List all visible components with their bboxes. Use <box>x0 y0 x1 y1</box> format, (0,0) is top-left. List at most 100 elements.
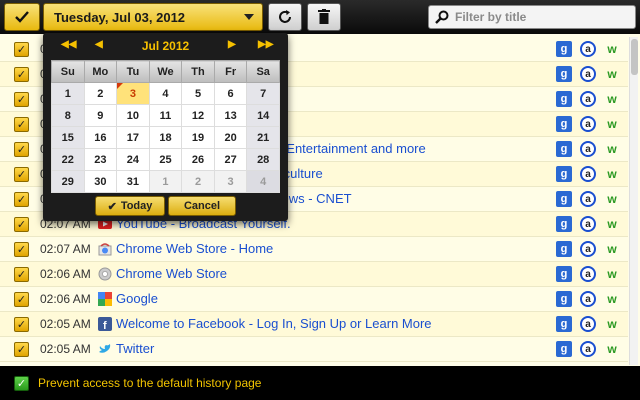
archive-icon[interactable]: a <box>580 41 596 57</box>
today-button[interactable]: ✔ Today <box>95 196 165 216</box>
archive-icon[interactable]: a <box>580 241 596 257</box>
calendar-day[interactable]: 26 <box>181 148 215 171</box>
calendar-day[interactable]: 20 <box>213 126 248 149</box>
date-picker-button[interactable]: Tuesday, Jul 03, 2012 <box>43 3 263 31</box>
row-checkbox[interactable]: ✓ <box>14 167 29 182</box>
next-year-icon[interactable]: ▶▶ <box>258 39 273 50</box>
calendar-day[interactable]: 5 <box>181 82 215 105</box>
next-month-icon[interactable]: ▶ <box>228 39 236 50</box>
row-checkbox[interactable]: ✓ <box>14 92 29 107</box>
calendar-day[interactable]: 11 <box>148 104 183 127</box>
archive-icon[interactable]: a <box>580 266 596 282</box>
wayback-icon[interactable]: w <box>604 341 620 357</box>
wayback-icon[interactable]: w <box>604 266 620 282</box>
history-row[interactable]: ✓ 02:06 AM Chrome Web Store g a w <box>0 262 628 287</box>
google-search-icon[interactable]: g <box>556 116 572 132</box>
filter-box[interactable] <box>428 5 636 29</box>
calendar-day[interactable]: 15 <box>51 126 85 149</box>
wayback-icon[interactable]: w <box>604 66 620 82</box>
history-row[interactable]: ✓ 02:06 AM Google g a w <box>0 287 628 312</box>
calendar-day[interactable]: 16 <box>83 126 118 149</box>
google-search-icon[interactable]: g <box>556 316 572 332</box>
google-search-icon[interactable]: g <box>556 266 572 282</box>
calendar-day[interactable]: 22 <box>51 148 85 171</box>
calendar-day[interactable]: 23 <box>83 148 118 171</box>
calendar-day[interactable]: 29 <box>51 170 85 193</box>
row-checkbox[interactable]: ✓ <box>14 67 29 82</box>
calendar-day[interactable]: 1 <box>148 170 183 193</box>
archive-icon[interactable]: a <box>580 141 596 157</box>
calendar-day[interactable]: 30 <box>83 170 118 193</box>
row-checkbox[interactable]: ✓ <box>14 217 29 232</box>
calendar-day[interactable]: 18 <box>148 126 183 149</box>
row-checkbox[interactable]: ✓ <box>14 317 29 332</box>
calendar-day[interactable]: 31 <box>116 170 150 193</box>
calendar-day[interactable]: 17 <box>116 126 150 149</box>
row-checkbox[interactable]: ✓ <box>14 117 29 132</box>
row-title-link[interactable]: Welcome to Facebook - Log In, Sign Up or… <box>116 316 546 331</box>
archive-icon[interactable]: a <box>580 91 596 107</box>
google-search-icon[interactable]: g <box>556 216 572 232</box>
wayback-icon[interactable]: w <box>604 191 620 207</box>
row-checkbox[interactable]: ✓ <box>14 142 29 157</box>
calendar-day[interactable]: 24 <box>116 148 150 171</box>
calendar-day[interactable]: 3 <box>213 170 248 193</box>
google-search-icon[interactable]: g <box>556 166 572 182</box>
wayback-icon[interactable]: w <box>604 116 620 132</box>
calendar-day[interactable]: 27 <box>213 148 248 171</box>
archive-icon[interactable]: a <box>580 291 596 307</box>
google-search-icon[interactable]: g <box>556 66 572 82</box>
row-checkbox[interactable]: ✓ <box>14 267 29 282</box>
calendar-day[interactable]: 2 <box>83 82 118 105</box>
row-title-link[interactable]: Google <box>116 291 546 306</box>
select-all-button[interactable] <box>4 3 40 31</box>
archive-icon[interactable]: a <box>580 316 596 332</box>
archive-icon[interactable]: a <box>580 66 596 82</box>
wayback-icon[interactable]: w <box>604 291 620 307</box>
archive-icon[interactable]: a <box>580 341 596 357</box>
calendar-day[interactable]: 13 <box>213 104 248 127</box>
row-checkbox[interactable]: ✓ <box>14 42 29 57</box>
calendar-day[interactable]: 28 <box>246 148 280 171</box>
wayback-icon[interactable]: w <box>604 316 620 332</box>
calendar-day[interactable]: 6 <box>213 82 248 105</box>
archive-icon[interactable]: a <box>580 216 596 232</box>
wayback-icon[interactable]: w <box>604 141 620 157</box>
calendar-day[interactable]: 12 <box>181 104 215 127</box>
archive-icon[interactable]: a <box>580 166 596 182</box>
google-search-icon[interactable]: g <box>556 41 572 57</box>
archive-icon[interactable]: a <box>580 116 596 132</box>
calendar-day[interactable]: 25 <box>148 148 183 171</box>
row-checkbox[interactable]: ✓ <box>14 292 29 307</box>
cancel-button[interactable]: Cancel <box>168 196 236 216</box>
row-title-link[interactable]: Twitter <box>116 341 546 356</box>
calendar-day[interactable]: 7 <box>246 82 280 105</box>
row-title-link[interactable]: Chrome Web Store <box>116 266 546 281</box>
google-search-icon[interactable]: g <box>556 91 572 107</box>
calendar-day[interactable]: 2 <box>181 170 215 193</box>
calendar-day[interactable]: 4 <box>148 82 183 105</box>
history-row[interactable]: ✓ 02:05 AM Twitter g a w <box>0 337 628 362</box>
calendar-day[interactable]: 19 <box>181 126 215 149</box>
google-search-icon[interactable]: g <box>556 241 572 257</box>
history-row[interactable]: ✓ 02:07 AM Chrome Web Store - Home g a w <box>0 237 628 262</box>
google-search-icon[interactable]: g <box>556 341 572 357</box>
calendar-day[interactable]: 9 <box>83 104 118 127</box>
row-title-link[interactable]: Chrome Web Store - Home <box>116 241 546 256</box>
row-checkbox[interactable]: ✓ <box>14 192 29 207</box>
wayback-icon[interactable]: w <box>604 166 620 182</box>
wayback-icon[interactable]: w <box>604 91 620 107</box>
wayback-icon[interactable]: w <box>604 216 620 232</box>
filter-input[interactable] <box>455 10 625 24</box>
calendar-day[interactable]: 10 <box>116 104 150 127</box>
scrollbar[interactable] <box>629 37 638 365</box>
delete-button[interactable] <box>307 3 341 31</box>
archive-icon[interactable]: a <box>580 191 596 207</box>
google-search-icon[interactable]: g <box>556 141 572 157</box>
row-checkbox[interactable]: ✓ <box>14 342 29 357</box>
prevent-access-checkbox[interactable]: ✓ <box>14 375 29 391</box>
scrollbar-thumb[interactable] <box>631 39 638 75</box>
history-row[interactable]: ✓ 02:05 AM f Welcome to Facebook - Log In, … <box>0 312 628 337</box>
google-search-icon[interactable]: g <box>556 291 572 307</box>
calendar-day[interactable]: 14 <box>246 104 280 127</box>
